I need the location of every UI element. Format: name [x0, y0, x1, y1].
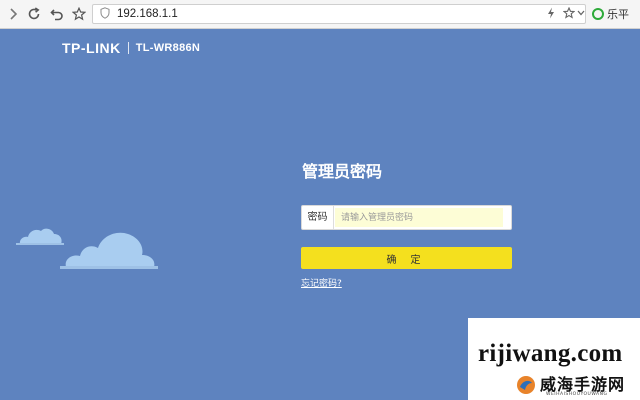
- search-engine-box[interactable]: 乐平: [592, 4, 640, 24]
- lightning-icon[interactable]: [547, 7, 555, 23]
- refresh-icon[interactable]: [25, 5, 43, 23]
- chevron-right-icon[interactable]: [4, 5, 22, 23]
- router-model: TL-WR886N: [135, 42, 201, 54]
- search-engine-icon: [592, 8, 604, 20]
- bookmark-star-icon[interactable]: [562, 6, 576, 23]
- undo-icon[interactable]: [48, 5, 66, 23]
- login-title: 管理员密码: [302, 162, 383, 181]
- brand-header: TP-LINK TL-WR886N: [62, 40, 200, 56]
- address-bar[interactable]: 192.168.1.1: [92, 4, 586, 24]
- watermark-subtitle: WEIHAISHOUYOUWANG: [546, 392, 608, 397]
- star-icon[interactable]: [70, 5, 88, 23]
- password-label: 密码: [302, 206, 334, 229]
- url-text: 192.168.1.1: [117, 8, 178, 20]
- large-cloud-icon: [60, 232, 158, 269]
- shield-icon: [99, 7, 111, 21]
- password-field-group: 密码: [301, 205, 512, 230]
- tp-link-logo: TP-LINK: [62, 40, 121, 56]
- small-cloud-icon: [16, 228, 64, 245]
- chevron-down-icon[interactable]: [577, 7, 585, 23]
- search-engine-label: 乐平: [607, 8, 629, 21]
- password-input[interactable]: [335, 208, 503, 227]
- watermark-domain: rijiwang.com: [478, 340, 623, 367]
- confirm-button[interactable]: 确定: [301, 247, 512, 269]
- forgot-password-link[interactable]: 忘记密码?: [301, 276, 342, 289]
- browser-toolbar: 192.168.1.1 乐平: [0, 0, 640, 29]
- brand-divider: [127, 42, 129, 54]
- watermark-logo-icon: [517, 376, 535, 394]
- watermark: rijiwang.com 威海手游网 WEIHAISHOUYOUWANG: [468, 318, 640, 400]
